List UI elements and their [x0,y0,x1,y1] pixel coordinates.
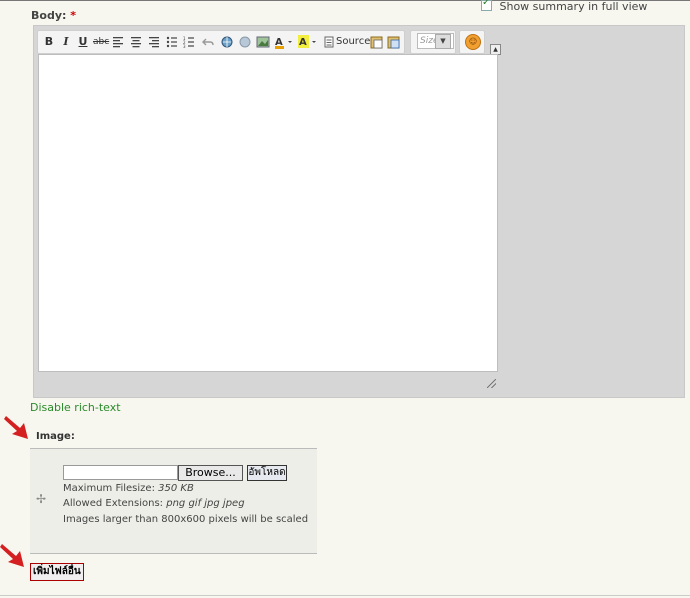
paste-text-icon[interactable] [370,34,384,50]
link-icon[interactable] [220,34,234,50]
disable-rich-text-link[interactable]: Disable rich-text [30,401,121,414]
annotation-arrow-icon [4,416,28,439]
toolbar-main-group: B I U abc 1 2 3 A A Source [37,30,405,54]
source-button[interactable]: Source [336,34,370,50]
add-more-files-button[interactable]: เพิ่มไฟล์อื่น [30,563,84,581]
undo-icon[interactable] [202,34,214,50]
resize-grip-icon[interactable] [487,379,496,388]
smiley-icon[interactable]: ☺ [465,34,481,50]
scaling-note: Images larger than 800x600 pixels will b… [63,514,309,525]
source-icon[interactable] [324,34,334,50]
required-marker: * [70,9,76,22]
file-path-input[interactable] [63,465,178,480]
svg-text:3: 3 [183,44,186,49]
svg-text:A: A [299,37,307,48]
bulleted-list-icon[interactable] [166,34,178,50]
italic-icon[interactable]: I [60,34,72,50]
image-icon[interactable] [256,34,270,50]
numbered-list-icon[interactable]: 1 2 3 [183,34,195,50]
allowed-extensions-label: Allowed Extensions: [63,498,164,509]
bottom-divider [0,595,690,596]
image-upload-panel: ✢ Browse... อัพโหลด Maximum Filesize: 35… [30,448,317,554]
show-summary-checkbox[interactable] [481,0,492,11]
drag-handle-icon[interactable]: ✢ [36,492,46,506]
browse-button[interactable]: Browse... [178,465,243,481]
allowed-extensions-value: png gif jpg jpeg [166,498,245,509]
bold-icon[interactable]: B [43,34,55,50]
align-center-icon[interactable] [130,34,142,50]
paste-word-icon[interactable] [387,34,401,50]
editor-content-area[interactable] [38,54,498,372]
chevron-down-icon[interactable]: ▼ [435,34,451,49]
body-label-text: Body: [31,9,67,22]
background-color-icon[interactable]: A [298,34,318,50]
unlink-icon[interactable] [238,34,252,50]
annotation-arrow-icon [0,544,24,567]
upload-button[interactable]: อัพโหลด [247,465,287,481]
max-filesize-info: Maximum Filesize: 350 KB [63,483,194,494]
editor-toolbar: B I U abc 1 2 3 A A Source Size ▼ ☺ ▲ [37,30,677,55]
underline-icon[interactable]: U [77,34,89,50]
align-left-icon[interactable] [112,34,124,50]
image-field-label: Image: [36,431,75,442]
max-filesize-value: 350 KB [158,483,194,494]
strikethrough-icon[interactable]: abc [93,34,109,50]
allowed-extensions-info: Allowed Extensions: png gif jpg jpeg [63,498,245,509]
show-summary-option[interactable]: Show summary in full view [481,0,647,13]
rich-text-editor: B I U abc 1 2 3 A A Source Size ▼ ☺ ▲ [33,25,685,398]
body-label: Body: * [31,9,76,22]
text-color-icon[interactable]: A [274,34,294,50]
align-right-icon[interactable] [148,34,160,50]
show-summary-label: Show summary in full view [499,0,648,13]
max-filesize-label: Maximum Filesize: [63,483,155,494]
